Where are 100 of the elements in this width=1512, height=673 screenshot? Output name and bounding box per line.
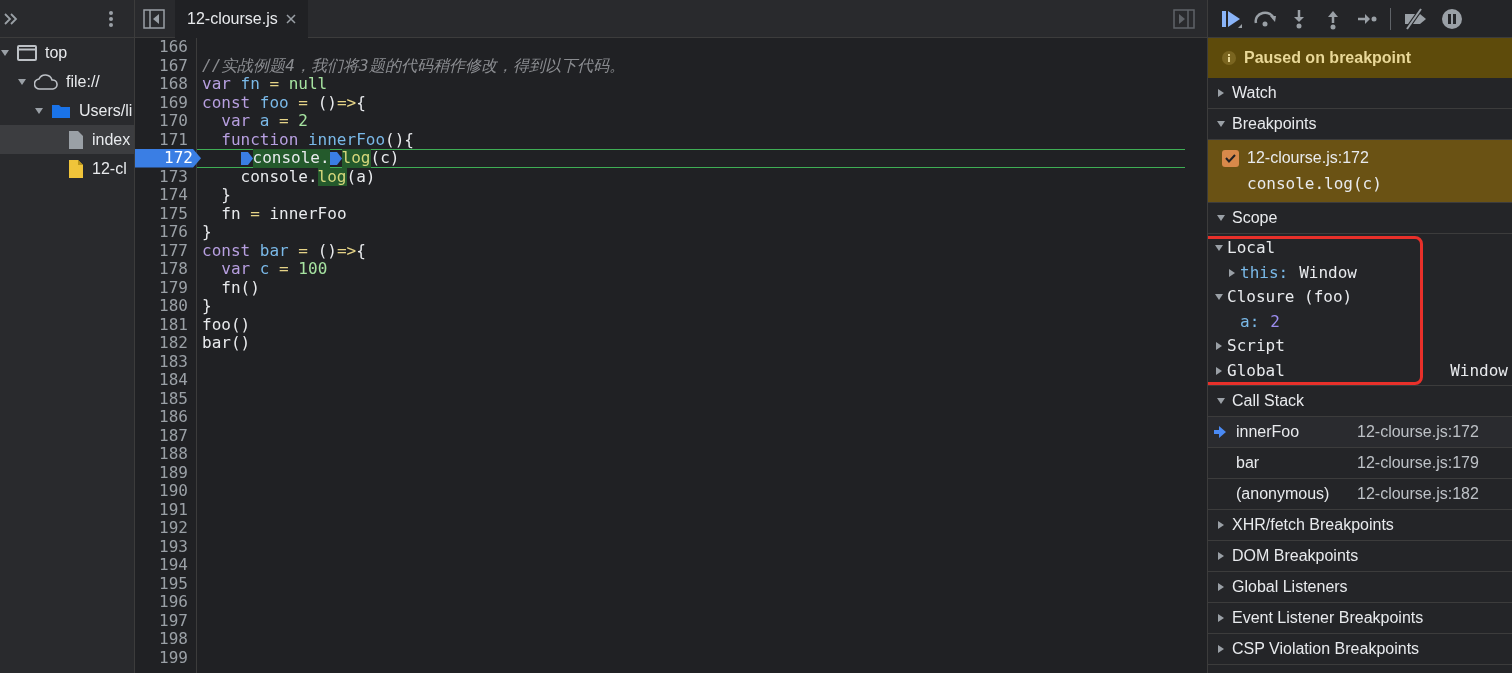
scope-name[interactable]: Script [1227, 334, 1285, 359]
section-header[interactable]: DOM Breakpoints [1232, 544, 1359, 568]
code-text: => [336, 241, 357, 260]
code-text: 2 [298, 112, 308, 131]
line-number[interactable]: 198 [135, 630, 196, 649]
tree-item[interactable]: top [0, 38, 134, 67]
property-name[interactable]: this: [1240, 260, 1289, 285]
step-marker-icon[interactable] [329, 150, 342, 166]
code-text: => [336, 93, 357, 112]
paused-message: Paused on breakpoint [1244, 48, 1412, 68]
breakpoint-code: console.log(c) [1246, 173, 1382, 195]
scope-name[interactable]: Closure (foo) [1227, 285, 1353, 310]
line-number[interactable]: 166 [135, 38, 196, 57]
line-number[interactable]: 192 [135, 519, 196, 538]
code-text: innerFoo [269, 204, 347, 223]
line-number[interactable]: 169 [135, 93, 196, 112]
call-frame[interactable]: bar 12-clourse.js:179 [1208, 448, 1512, 479]
section-header[interactable]: Event Listener Breakpoints [1232, 606, 1424, 630]
more-panels-icon[interactable] [4, 12, 18, 25]
info-icon [1222, 51, 1236, 65]
collapse-arrow-icon[interactable] [34, 105, 44, 116]
line-number[interactable]: 190 [135, 482, 196, 501]
call-frame[interactable]: (anonymous) 12-clourse.js:182 [1208, 479, 1512, 510]
section-header[interactable]: Breakpoints [1232, 112, 1317, 136]
expand-arrow-icon[interactable] [1216, 613, 1226, 623]
toggle-navigator-icon[interactable] [143, 8, 165, 29]
line-number[interactable]: 174 [135, 186, 196, 205]
close-icon[interactable] [285, 13, 296, 24]
scope-name[interactable]: Local [1227, 236, 1276, 261]
line-number[interactable]: 191 [135, 500, 196, 519]
section-header[interactable]: Call Stack [1232, 389, 1305, 413]
line-number[interactable]: 188 [135, 445, 196, 464]
file-icon [68, 158, 84, 179]
line-number[interactable]: 183 [135, 352, 196, 371]
expand-arrow-icon[interactable] [1216, 644, 1226, 654]
expand-arrow-icon[interactable] [1214, 341, 1224, 352]
section-header[interactable]: Global Listeners [1232, 575, 1348, 599]
step-marker-icon[interactable] [240, 150, 253, 166]
tree-item[interactable]: 12-cl [0, 154, 134, 183]
expand-arrow-icon[interactable] [1216, 551, 1226, 561]
frame-location: 12-clourse.js:179 [1357, 453, 1479, 473]
line-number[interactable]: 173 [135, 167, 196, 186]
tree-item[interactable]: Users/li [0, 96, 134, 125]
property-name[interactable]: a: [1240, 309, 1260, 334]
line-number[interactable]: 185 [135, 389, 196, 408]
code-text: = [279, 260, 290, 279]
expand-arrow-icon[interactable] [1227, 267, 1237, 278]
line-number[interactable]: 193 [135, 537, 196, 556]
section-header[interactable]: Watch [1232, 81, 1277, 105]
line-number[interactable]: 172 [135, 149, 201, 168]
checkmark-icon [1225, 153, 1236, 163]
line-number[interactable]: 179 [135, 278, 196, 297]
collapse-arrow-icon[interactable] [0, 47, 10, 58]
line-number[interactable]: 181 [135, 315, 196, 334]
file-tab[interactable]: 12-clourse.js [175, 0, 308, 38]
line-number[interactable]: 186 [135, 408, 196, 427]
line-number[interactable]: 182 [135, 334, 196, 353]
expand-arrow-icon[interactable] [1214, 365, 1224, 376]
checkbox[interactable] [1222, 149, 1239, 167]
code-text: //实战例题4，我们将3题的代码稍作修改，得到以下代码。 [202, 56, 625, 75]
code-text: () [317, 93, 337, 112]
line-number[interactable]: 177 [135, 241, 196, 260]
line-number[interactable]: 194 [135, 556, 196, 575]
line-number[interactable]: 187 [135, 426, 196, 445]
section-header[interactable]: XHR/fetch Breakpoints [1232, 513, 1394, 537]
tree-item[interactable]: file:// [0, 67, 134, 96]
tree-item[interactable]: index [0, 125, 134, 154]
expand-arrow-icon[interactable] [1216, 582, 1226, 592]
expand-arrow-icon[interactable] [1216, 520, 1226, 530]
code-text: foo() [202, 315, 251, 334]
property-value: Window [1299, 261, 1357, 284]
line-number[interactable]: 167 [135, 56, 196, 75]
line-number[interactable]: 196 [135, 593, 196, 612]
line-number[interactable]: 184 [135, 371, 196, 390]
breakpoint-item[interactable]: 12-clourse.js:172 console.log(c) [1208, 140, 1512, 203]
line-number[interactable]: 176 [135, 223, 196, 242]
arrow-icon [1214, 426, 1226, 438]
code-text: fn() [221, 278, 260, 297]
toggle-debugger-icon[interactable] [1173, 8, 1195, 29]
line-number[interactable]: 199 [135, 648, 196, 667]
line-number[interactable]: 197 [135, 611, 196, 630]
collapse-arrow-icon[interactable] [1216, 119, 1226, 129]
line-number[interactable]: 171 [135, 130, 196, 149]
expand-arrow-icon[interactable] [1216, 88, 1226, 98]
collapse-arrow-icon[interactable] [1216, 213, 1226, 223]
collapse-arrow-icon[interactable] [17, 76, 27, 87]
scope-name[interactable]: Global [1227, 358, 1285, 383]
line-number[interactable]: 180 [135, 297, 196, 316]
line-number[interactable]: 178 [135, 260, 196, 279]
line-number[interactable]: 168 [135, 75, 196, 94]
line-number[interactable]: 175 [135, 204, 196, 223]
section-header[interactable]: CSP Violation Breakpoints [1232, 637, 1420, 661]
line-number[interactable]: 195 [135, 574, 196, 593]
call-frame[interactable]: innerFoo 12-clourse.js:172 [1208, 417, 1512, 448]
line-number[interactable]: 189 [135, 463, 196, 482]
collapse-arrow-icon[interactable] [1216, 396, 1226, 406]
section-header[interactable]: Scope [1232, 206, 1278, 230]
pause-icon[interactable] [1441, 7, 1463, 30]
line-number[interactable]: 170 [135, 112, 196, 131]
more-options-icon[interactable] [108, 9, 114, 28]
